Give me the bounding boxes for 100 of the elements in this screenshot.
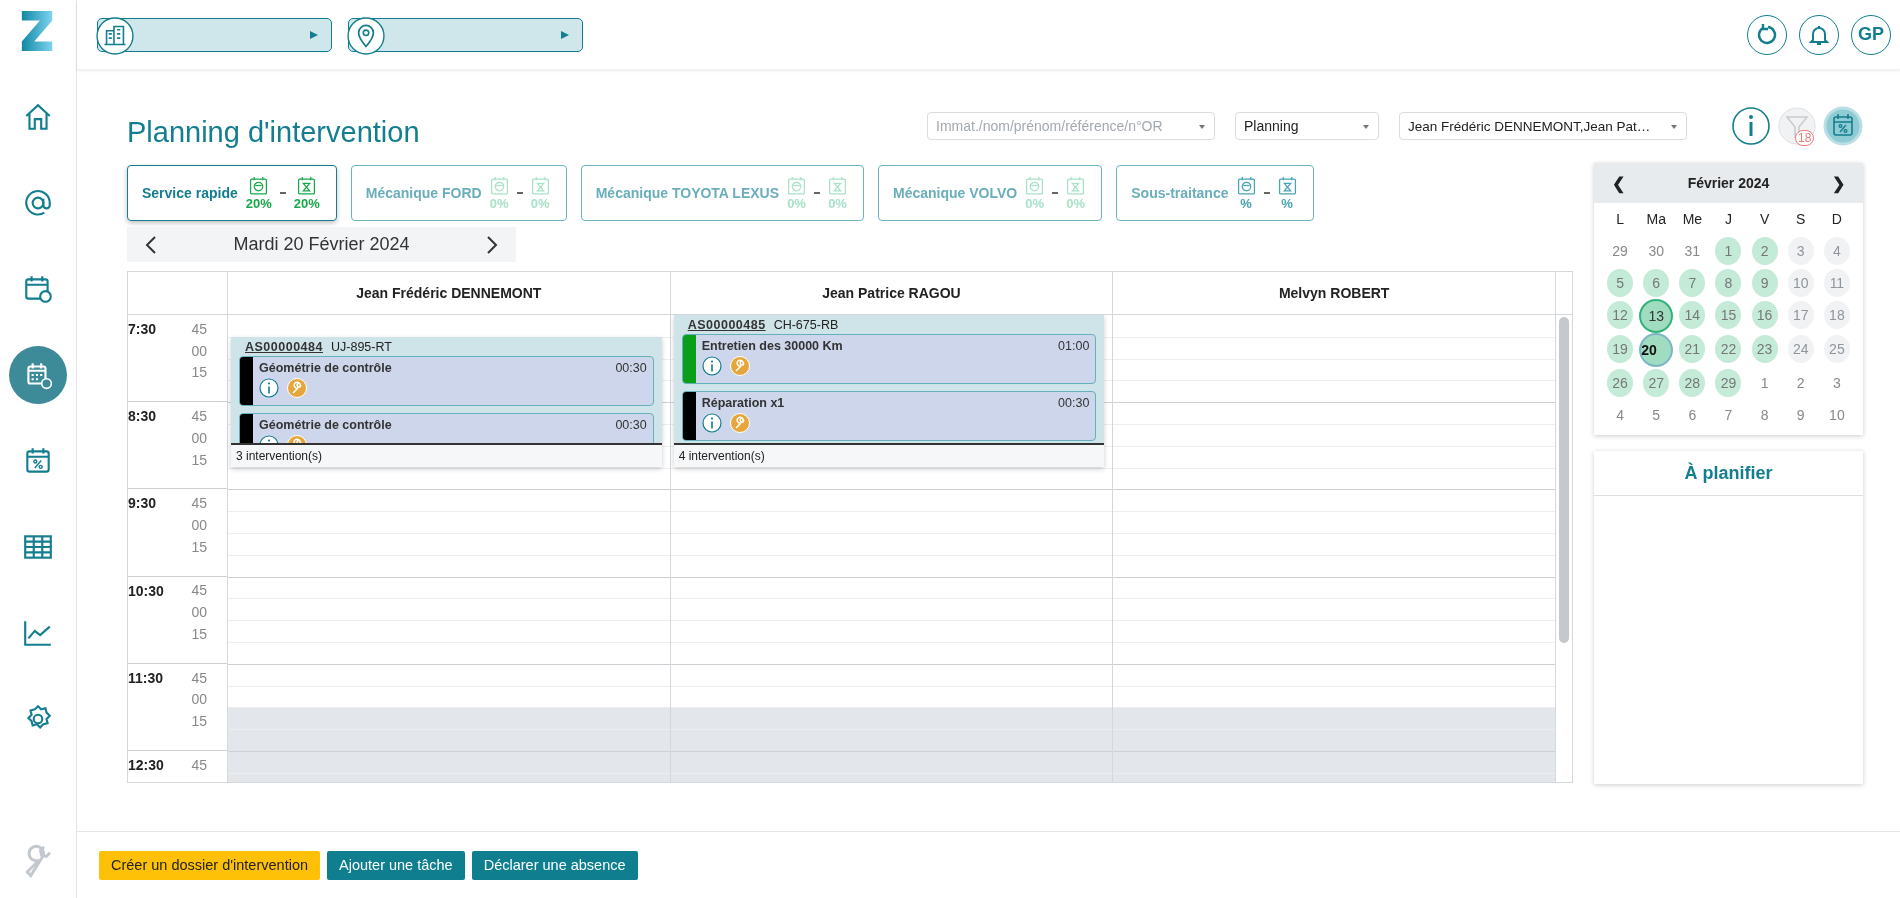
calendar-day[interactable]: 12 [1607,301,1634,329]
calendar-day[interactable]: 29 [1607,237,1634,265]
separator-icon [516,192,523,194]
intervention-card[interactable]: AS00000485 CH-675-RB Entretien des 30000 Km 01:00 Réparation x1 00:30 4 intervention(s) [673,315,1105,467]
calendar-day[interactable]: 10 [1823,401,1850,429]
task-item[interactable]: Géométrie de contrôle 00:30 [239,413,654,443]
previous-month-button[interactable]: ❮ [1608,173,1629,193]
calendar-day[interactable]: 26 [1607,369,1634,397]
occupancy-value: 0% [828,195,847,211]
info-icon[interactable] [1731,106,1771,146]
building-icon [96,16,134,55]
calendar-chat-icon[interactable] [9,346,67,404]
info-icon[interactable] [701,356,722,376]
task-item[interactable]: Géométrie de contrôle 00:30 [239,356,654,406]
calendar-car-icon [489,175,509,195]
task-item[interactable]: Entretien des 30000 Km 01:00 [681,334,1097,384]
resources-dropdown[interactable]: Jean Frédéric DENNEMONT,Jean Pat… [1399,112,1687,140]
calendar-day[interactable]: 20 [1641,335,1672,365]
calendar-car-icon [249,175,269,195]
location-selector[interactable] [348,17,583,52]
month-label: Février 2024 [1687,175,1770,191]
info-icon[interactable] [701,413,722,433]
chevron-left-icon [145,234,157,255]
calendar-day[interactable]: 23 [1751,335,1778,363]
action-button[interactable]: Ajouter une tâche [327,850,465,880]
user-avatar[interactable]: GP [1851,14,1891,55]
weekday-label: S [1795,210,1807,229]
calendar-day[interactable]: 16 [1751,301,1778,329]
calendar-day[interactable]: 28 [1679,369,1706,397]
bell-icon[interactable] [1799,14,1839,55]
refresh-icon[interactable] [1747,14,1787,55]
chevron-right-icon [486,234,498,255]
calendar-day[interactable]: 6 [1643,269,1670,297]
calendar-day[interactable]: 18 [1823,301,1850,329]
action-button[interactable]: Déclarer une absence [471,850,638,880]
calendar-day[interactable]: 13 [1641,301,1672,331]
folder-link[interactable]: AS00000485 [687,317,766,332]
calendar-day[interactable]: 7 [1679,269,1706,297]
calendar-day[interactable]: 3 [1823,369,1850,397]
calendar-day[interactable]: 15 [1715,301,1742,329]
calendar-hourglass-icon [530,175,550,195]
site-selector[interactable] [97,17,332,52]
calendar-day[interactable]: 2 [1787,369,1814,397]
calendar-day[interactable]: 29 [1715,369,1742,397]
weekday-label: Ma [1645,210,1667,229]
search-field[interactable]: Immat./nom/prénom/référence/n°OR [927,112,1215,140]
calendar-day[interactable]: 21 [1679,335,1706,363]
action-button[interactable]: Créer un dossier d'intervention [99,850,320,880]
calendar-day[interactable]: 8 [1751,401,1778,429]
calendar-day[interactable]: 14 [1679,301,1706,329]
calendar-day[interactable]: 19 [1607,335,1634,363]
calendar-day[interactable]: 4 [1607,401,1634,429]
calendar-day[interactable]: 5 [1607,269,1634,297]
calendar-day[interactable]: 8 [1715,269,1742,297]
service-tab[interactable]: Mécanique FORD 0% 0% [350,165,567,221]
resource-header: Jean Patrice RAGOU [670,272,1114,314]
service-tab[interactable]: Service rapide 20% 20% [127,165,337,221]
calendar-day[interactable]: 31 [1679,237,1706,265]
occupancy-value: % [1281,195,1293,211]
occupancy-value: 20% [293,195,320,211]
calendar-day[interactable]: 11 [1823,269,1850,297]
calendar-day[interactable]: 4 [1823,237,1850,265]
next-month-button[interactable]: ❯ [1828,173,1849,193]
task-item[interactable]: Réparation x1 00:30 [681,391,1097,441]
separator-icon [814,192,821,194]
folder-link[interactable]: AS00000484 [245,339,323,354]
minute-label: 45 [191,583,207,598]
minute-label: 00 [191,605,207,620]
calendar-day[interactable]: 27 [1643,369,1670,397]
minute-label: 00 [191,517,207,532]
view-dropdown[interactable]: Planning [1235,112,1379,140]
calendar-day[interactable]: 10 [1787,269,1814,297]
minute-label: 00 [191,343,207,358]
calendar-day[interactable]: 24 [1787,335,1814,363]
calendar-day[interactable]: 17 [1787,301,1814,329]
calendar-day[interactable]: 25 [1823,335,1850,363]
calendar-day[interactable]: 1 [1751,369,1778,397]
calendar-day[interactable]: 22 [1715,335,1742,363]
service-tab[interactable]: Sous-traitance % % [1116,165,1314,221]
minute-label: 00 [191,430,207,445]
service-tab[interactable]: Mécanique TOYOTA LEXUS 0% 0% [580,165,865,221]
calendar-day[interactable]: 3 [1787,237,1814,265]
info-icon[interactable] [259,378,279,398]
scrollbar-thumb[interactable] [1559,317,1569,643]
calendar-day[interactable]: 7 [1715,401,1742,429]
calendar-day[interactable]: 30 [1643,237,1670,265]
calendar-day[interactable]: 1 [1715,237,1742,265]
calendar-day[interactable]: 2 [1751,237,1778,265]
calendar-day[interactable]: 6 [1679,401,1706,429]
calendar-percent-icon[interactable] [1823,106,1863,146]
separator-icon [1263,192,1270,194]
service-tab[interactable]: Mécanique VOLVO 0% 0% [878,165,1103,221]
calendar-day[interactable]: 9 [1787,401,1814,429]
play-arrow-icon [560,29,570,40]
calendar-car-icon [1025,175,1045,195]
calendar-day[interactable]: 5 [1643,401,1670,429]
resource-header: Jean Frédéric DENNEMONT [228,272,671,314]
hour-label: 12:30 [128,755,165,775]
calendar-day[interactable]: 9 [1751,269,1778,297]
intervention-card[interactable]: AS00000484 UJ-895-RT Géométrie de contrôle 00:30 Géométrie de contrôle 00:30 3 intervention(s) [231,337,662,467]
